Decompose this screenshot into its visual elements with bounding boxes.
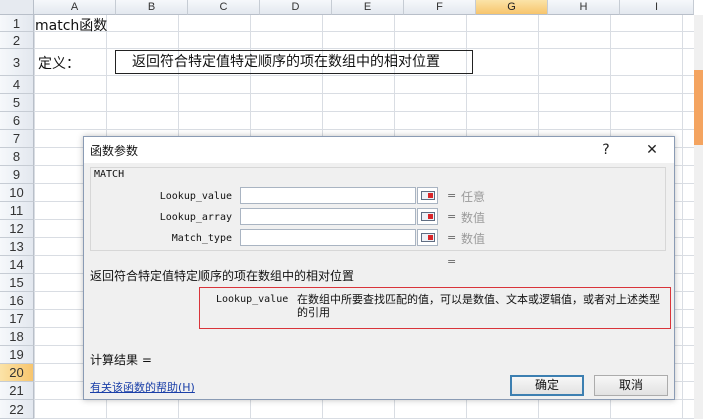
function-description: 返回符合特定值特定顺序的项在数组中的相对位置: [90, 269, 355, 283]
close-button[interactable]: ✕: [640, 139, 664, 161]
result-equals: =: [447, 255, 457, 268]
row-gridline: [34, 48, 694, 49]
row-header-13[interactable]: 13: [0, 238, 34, 256]
match-type-input[interactable]: [240, 229, 416, 246]
row-header-5[interactable]: 5: [0, 94, 34, 112]
arg-equals: =: [447, 231, 457, 244]
match-type-range-picker[interactable]: [417, 229, 438, 246]
arg-equals: =: [447, 189, 457, 202]
function-arguments-dialog: 函数参数 ? ✕ MATCH Lookup_value = 任意 Lookup_…: [83, 136, 675, 400]
ok-button[interactable]: 确定: [510, 375, 584, 396]
row-header-6[interactable]: 6: [0, 112, 34, 130]
row-header-15[interactable]: 15: [0, 274, 34, 292]
help-question-button[interactable]: ?: [594, 139, 618, 161]
dialog-titlebar[interactable]: 函数参数 ? ✕: [84, 137, 674, 163]
row-header-20[interactable]: 20: [0, 364, 34, 382]
arg-hint-lookup-value: 任意: [461, 190, 486, 204]
column-header-d[interactable]: D: [260, 0, 332, 15]
cell-a3[interactable]: 定义：: [38, 53, 80, 73]
range-select-icon: [421, 233, 435, 242]
column-header-c[interactable]: C: [188, 0, 260, 15]
column-header-e[interactable]: E: [332, 0, 404, 15]
row-header-22[interactable]: 22: [0, 400, 34, 419]
function-name: MATCH: [94, 169, 125, 180]
row-gridline: [34, 31, 694, 32]
select-all-corner[interactable]: [0, 0, 34, 15]
arg-help-name: Lookup_value: [216, 294, 289, 305]
row-header-8[interactable]: 8: [0, 148, 34, 166]
cell-b3[interactable]: 返回符合特定值特定顺序的项在数组中的相对位置: [115, 50, 473, 74]
arg-hint-match-type: 数值: [461, 232, 486, 246]
column-header-b[interactable]: B: [116, 0, 188, 15]
row-gridline: [34, 93, 694, 94]
lookup-array-input[interactable]: [240, 208, 416, 225]
row-header-19[interactable]: 19: [0, 346, 34, 364]
row-header-21[interactable]: 21: [0, 382, 34, 400]
row-header-9[interactable]: 9: [0, 166, 34, 184]
cell-a1[interactable]: match函数: [35, 15, 107, 35]
row-header-2[interactable]: 2: [0, 32, 34, 49]
scrollbar-thumb[interactable]: [694, 70, 703, 145]
arg-label-lookup-array: Lookup_array: [159, 212, 232, 223]
range-select-icon: [421, 212, 435, 221]
row-gridline: [34, 75, 694, 76]
arg-help-text: 在数组中所要查找匹配的值，可以是数值、文本或逻辑值，或者对上述类型的引用: [297, 293, 660, 319]
row-header-4[interactable]: 4: [0, 76, 34, 94]
vertical-scrollbar[interactable]: [694, 15, 703, 419]
function-help-link[interactable]: 有关该函数的帮助(H): [90, 379, 195, 395]
lookup-array-range-picker[interactable]: [417, 208, 438, 225]
row-header-3[interactable]: 3: [0, 49, 34, 76]
arg-label-match-type: Match_type: [171, 233, 232, 244]
column-header-g[interactable]: G: [476, 0, 548, 15]
row-header-11[interactable]: 11: [0, 202, 34, 220]
column-header-i[interactable]: I: [620, 0, 694, 15]
row-header-14[interactable]: 14: [0, 256, 34, 274]
arg-equals: =: [447, 210, 457, 223]
cancel-button[interactable]: 取消: [594, 375, 668, 396]
row-header-18[interactable]: 18: [0, 328, 34, 346]
arg-hint-lookup-array: 数值: [461, 211, 486, 225]
lookup-value-range-picker[interactable]: [417, 187, 438, 204]
range-select-icon: [421, 191, 435, 200]
dialog-title: 函数参数: [90, 144, 139, 158]
row-header-16[interactable]: 16: [0, 292, 34, 310]
column-header-a[interactable]: A: [34, 0, 116, 15]
row-gridline: [34, 129, 694, 130]
calc-result: 计算结果 =: [90, 353, 152, 367]
column-header-f[interactable]: F: [404, 0, 476, 15]
row-header-7[interactable]: 7: [0, 130, 34, 148]
lookup-value-input[interactable]: [240, 187, 416, 204]
row-gridline: [34, 111, 694, 112]
row-header-10[interactable]: 10: [0, 184, 34, 202]
row-header-1[interactable]: 1: [0, 15, 34, 32]
row-header-17[interactable]: 17: [0, 310, 34, 328]
arg-label-lookup-value: Lookup_value: [159, 191, 232, 202]
row-header-12[interactable]: 12: [0, 220, 34, 238]
column-header-h[interactable]: H: [548, 0, 620, 15]
